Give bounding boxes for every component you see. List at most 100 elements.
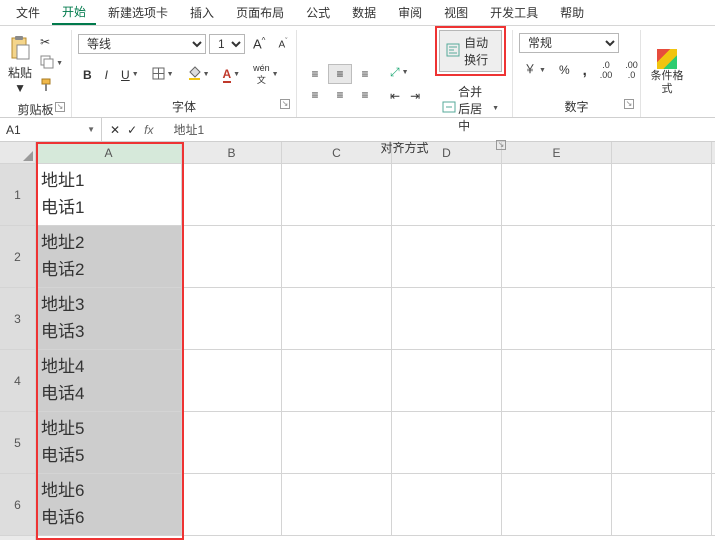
align-bottom-button[interactable]: ≡ (353, 64, 377, 84)
cell[interactable] (612, 164, 712, 225)
cell[interactable] (612, 288, 712, 349)
cell[interactable] (282, 350, 392, 411)
align-center-button[interactable]: ≡ (328, 85, 352, 105)
cell[interactable]: 地址2 电话2 (36, 226, 182, 287)
cell[interactable] (392, 412, 502, 473)
formula-input[interactable]: 地址1 (161, 121, 204, 138)
increase-decimal-button[interactable]: .0.00 (595, 57, 618, 83)
fx-icon[interactable]: fx (144, 123, 153, 137)
cell[interactable] (182, 226, 282, 287)
row-header[interactable]: 4 (0, 350, 35, 412)
italic-button[interactable]: I (100, 65, 113, 85)
col-header[interactable] (612, 142, 712, 163)
menu-review[interactable]: 审阅 (388, 1, 432, 24)
currency-button[interactable]: ￥▼ (519, 57, 551, 83)
copy-button[interactable]: ▼ (38, 53, 65, 74)
cell[interactable] (502, 350, 612, 411)
cell[interactable] (502, 164, 612, 225)
increase-indent-button[interactable]: ⇥ (405, 86, 425, 106)
font-name-select[interactable]: 等线 (78, 34, 206, 54)
menu-file[interactable]: 文件 (6, 1, 50, 24)
menu-help[interactable]: 帮助 (550, 1, 594, 24)
merge-center-button[interactable]: 合并后居中▼ (435, 79, 506, 138)
font-color-button[interactable]: A▼ (218, 64, 246, 86)
cell[interactable] (502, 226, 612, 287)
cell[interactable]: 地址6 电话6 (36, 474, 182, 535)
cell[interactable] (182, 474, 282, 535)
align-right-button[interactable]: ≡ (353, 85, 377, 105)
cell[interactable] (282, 288, 392, 349)
cell[interactable] (392, 350, 502, 411)
cut-button[interactable]: ✂ (38, 33, 65, 51)
cell[interactable] (392, 288, 502, 349)
cancel-icon[interactable]: ✕ (110, 123, 120, 137)
align-top-button[interactable]: ≡ (303, 64, 327, 84)
cell[interactable] (392, 226, 502, 287)
row-header[interactable]: 6 (0, 474, 35, 536)
format-painter-button[interactable] (38, 76, 65, 97)
decrease-indent-button[interactable]: ⇤ (385, 86, 405, 106)
cell[interactable] (612, 474, 712, 535)
menu-newtab[interactable]: 新建选项卡 (98, 1, 178, 24)
decrease-font-button[interactable]: Aˇ (273, 35, 292, 53)
comma-button[interactable]: , (578, 57, 592, 83)
menu-layout[interactable]: 页面布局 (226, 1, 294, 24)
align-middle-button[interactable]: ≡ (328, 64, 352, 84)
align-dialog-launcher[interactable]: ↘ (496, 140, 506, 150)
paste-button[interactable]: 粘贴 ▼ (6, 30, 34, 100)
cell[interactable] (282, 474, 392, 535)
cell[interactable] (182, 288, 282, 349)
cell[interactable]: 地址1 电话1 (36, 164, 182, 225)
menu-dev[interactable]: 开发工具 (480, 1, 548, 24)
number-dialog-launcher[interactable]: ↘ (624, 99, 634, 109)
menu-view[interactable]: 视图 (434, 1, 478, 24)
cell[interactable] (612, 412, 712, 473)
col-header[interactable]: A (36, 142, 182, 163)
cell[interactable]: 地址3 电话3 (36, 288, 182, 349)
menu-insert[interactable]: 插入 (180, 1, 224, 24)
row-header[interactable]: 3 (0, 288, 35, 350)
border-button[interactable]: ▼ (147, 64, 179, 86)
col-header[interactable]: E (502, 142, 612, 163)
cell[interactable] (182, 164, 282, 225)
cell[interactable] (502, 288, 612, 349)
cell[interactable] (612, 350, 712, 411)
cell[interactable]: 地址4 电话4 (36, 350, 182, 411)
cell[interactable] (502, 412, 612, 473)
cell[interactable] (502, 474, 612, 535)
cell[interactable] (182, 350, 282, 411)
row-header[interactable]: 1 (0, 164, 35, 226)
number-format-select[interactable]: 常规 (519, 33, 619, 53)
cell[interactable] (282, 412, 392, 473)
cell[interactable] (392, 164, 502, 225)
percent-button[interactable]: % (554, 57, 575, 83)
cell[interactable] (282, 164, 392, 225)
increase-font-button[interactable]: A^ (248, 33, 270, 54)
confirm-icon[interactable]: ✓ (127, 123, 137, 137)
row-header[interactable]: 2 (0, 226, 35, 288)
menu-home[interactable]: 开始 (52, 0, 96, 25)
name-box[interactable]: A1 ▼ (0, 118, 102, 142)
cell[interactable] (182, 412, 282, 473)
phonetic-button[interactable]: wén文▼ (248, 60, 283, 89)
menu-formula[interactable]: 公式 (296, 1, 340, 24)
font-dialog-launcher[interactable]: ↘ (280, 99, 290, 109)
menu-data[interactable]: 数据 (342, 1, 386, 24)
cell[interactable] (282, 226, 392, 287)
cell[interactable] (392, 474, 502, 535)
fill-color-button[interactable]: ▼ (182, 63, 215, 86)
select-all-corner[interactable] (0, 142, 35, 164)
conditional-format-button[interactable]: 条件格式 (647, 44, 687, 100)
row-header[interactable]: 5 (0, 412, 35, 474)
cell[interactable]: 地址5 电话5 (36, 412, 182, 473)
clipboard-dialog-launcher[interactable]: ↘ (55, 102, 65, 112)
col-header[interactable]: B (182, 142, 282, 163)
underline-button[interactable]: U▼ (116, 65, 144, 85)
font-size-select[interactable]: 12 (209, 34, 245, 54)
bold-button[interactable]: B (78, 65, 97, 85)
align-left-button[interactable]: ≡ (303, 85, 327, 105)
orientation-button[interactable]: ⤢▼ (385, 62, 425, 83)
wrap-text-button[interactable]: 自动换行 (439, 30, 502, 72)
cell[interactable] (612, 226, 712, 287)
decrease-decimal-button[interactable]: .00.0 (620, 57, 643, 83)
